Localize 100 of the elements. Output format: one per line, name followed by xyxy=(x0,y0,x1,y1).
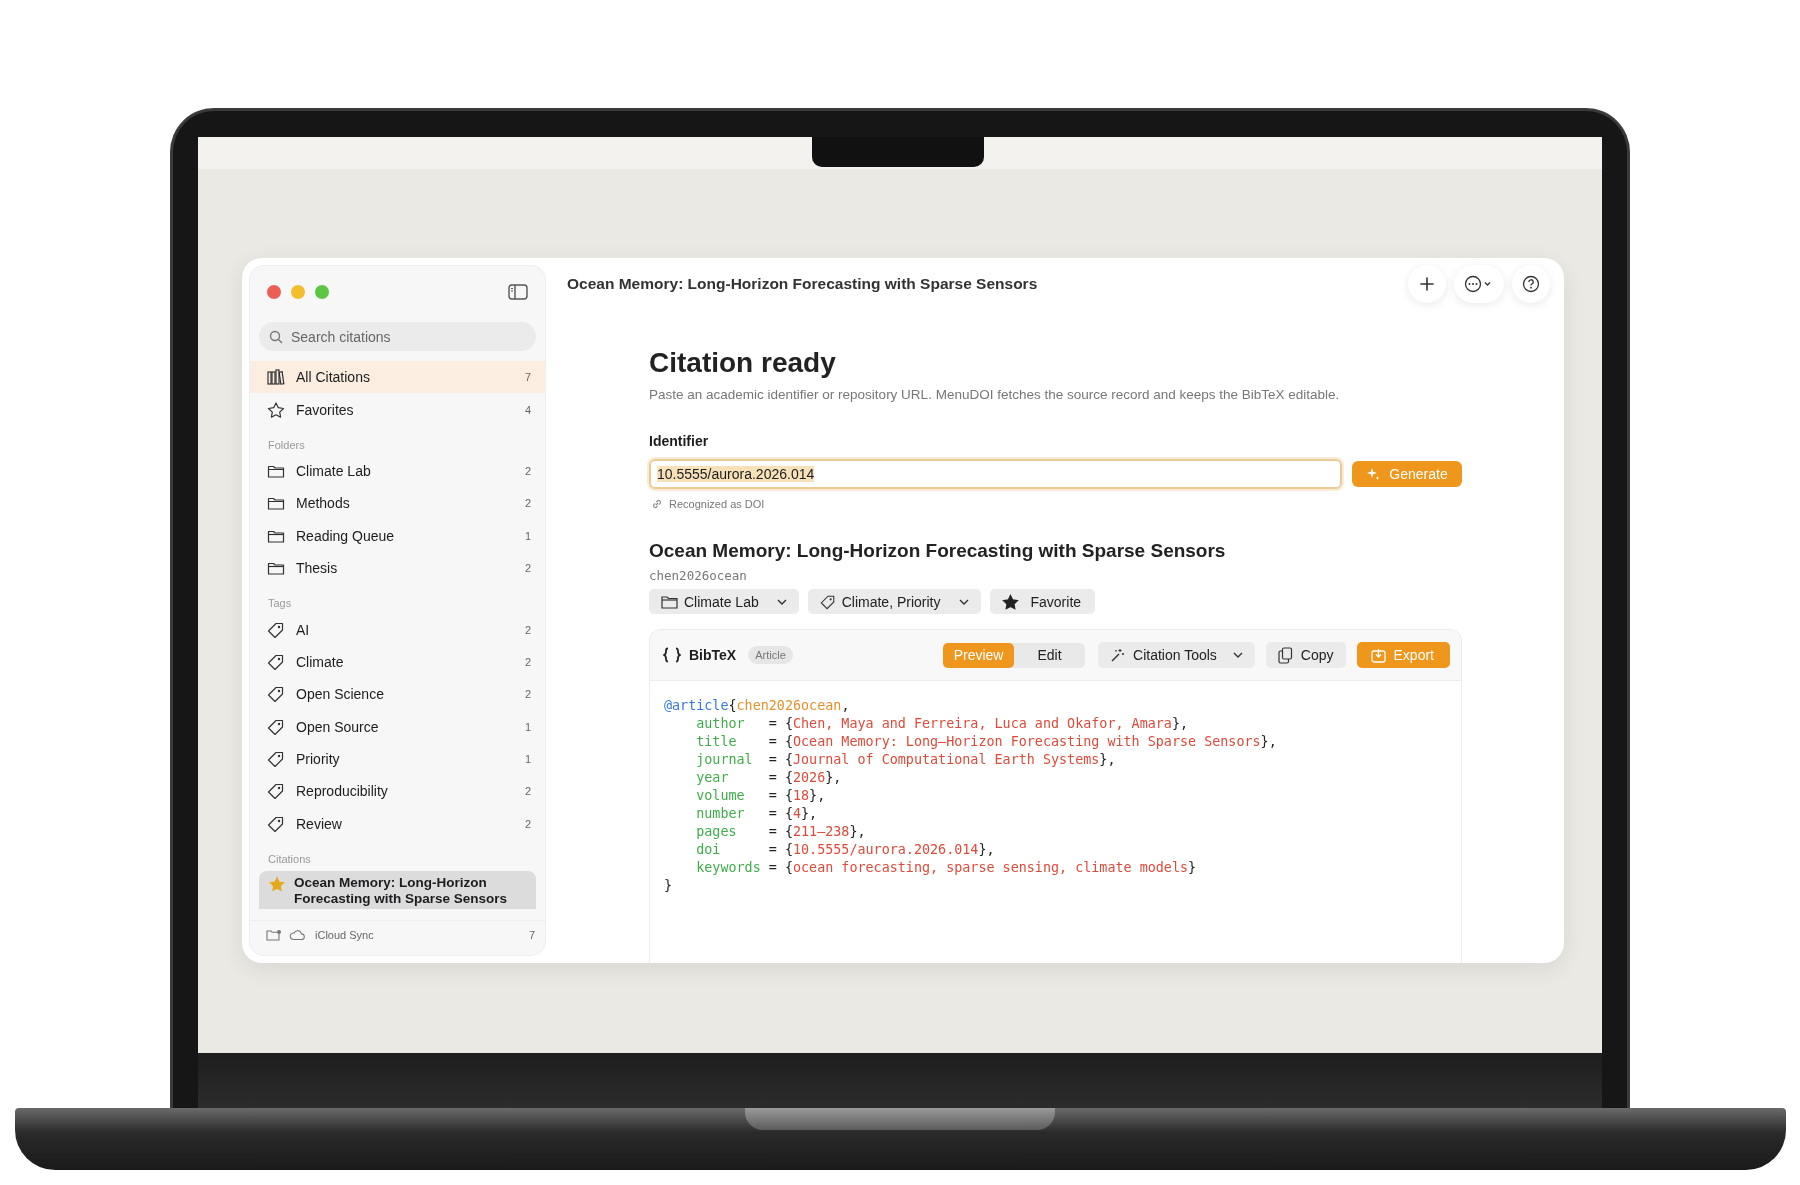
tag-icon xyxy=(819,593,836,610)
code-line: doi = {10.5555/aurora.2026.014}, xyxy=(695,841,996,859)
help-button[interactable] xyxy=(1512,265,1550,303)
books-icon xyxy=(267,369,285,386)
field-label: Identifier xyxy=(649,433,710,449)
sidebar-label: AI xyxy=(296,621,311,638)
citation-title: Ocean Memory: Long-Horizon Forecasting with Sparse Sensors xyxy=(649,540,1227,562)
sidebar-label: Open Source xyxy=(296,718,380,735)
section-header: Folders xyxy=(267,437,306,453)
sidebar-label: Priority xyxy=(296,751,341,768)
item-count: 2 xyxy=(524,817,531,830)
chip-dropdown[interactable]: Climate Lab xyxy=(649,589,799,614)
section-header: Citations xyxy=(267,852,312,868)
star-icon xyxy=(1001,593,1019,610)
folder-icon xyxy=(661,594,678,609)
citation-tools-dropdown[interactable]: Citation Tools xyxy=(1098,642,1255,668)
sidebar-item[interactable]: Thesis 2 xyxy=(250,551,545,585)
panel-title: BibTeX xyxy=(689,647,737,663)
code-line: title = {Ocean Memory: Long–Horizon Forecasting with Sparse Sensors}, xyxy=(695,733,1278,751)
chevron-icon xyxy=(1232,652,1243,658)
sidebar-item[interactable]: All Citations 7 xyxy=(250,361,545,394)
search-field[interactable]: Search citations xyxy=(259,322,536,351)
window-title: Ocean Memory: Long-Horizon Forecasting with Sparse Sensors xyxy=(567,275,1039,293)
item-count: 4 xyxy=(524,403,531,416)
sidebar-item[interactable]: Reading Queue 1 xyxy=(250,519,545,552)
sidebar-item[interactable]: Reproducibility 2 xyxy=(250,775,545,808)
sidebar-item[interactable]: Priority 1 xyxy=(250,742,545,776)
favorite-toggle[interactable]: Favorite xyxy=(989,589,1096,614)
citation-item[interactable]: Ocean Memory: Long-Horizon Forecasting with Sparse Sensors xyxy=(259,871,536,910)
wand-icon xyxy=(1110,647,1126,663)
sidebar-label: Climate xyxy=(296,653,345,670)
entry-type-badge: Article xyxy=(748,646,793,664)
folder-icon xyxy=(267,495,285,512)
section-header: Tags xyxy=(267,596,293,612)
copy-button[interactable]: Copy xyxy=(1265,642,1346,668)
add-button[interactable] xyxy=(1408,265,1446,303)
tag-icon xyxy=(267,783,285,800)
code-line: pages = {211–238}, xyxy=(695,823,867,841)
item-count: 2 xyxy=(524,785,531,798)
tag-icon xyxy=(267,653,285,670)
item-count: 7 xyxy=(524,371,531,384)
sidebar-item[interactable]: Favorites 4 xyxy=(250,393,545,426)
sidebar-item[interactable]: Methods 2 xyxy=(250,487,545,520)
item-count: 2 xyxy=(524,688,531,701)
sidebar-label: Climate Lab xyxy=(296,462,372,479)
code-line: year = {2026}, xyxy=(695,769,843,787)
sidebar-item[interactable]: Open Source 1 xyxy=(250,710,545,743)
sidebar-label: Open Science xyxy=(296,686,385,703)
star-icon xyxy=(267,401,285,418)
page-heading: Citation ready xyxy=(649,347,837,379)
folder-icon xyxy=(267,560,285,577)
close-button[interactable] xyxy=(267,285,281,299)
plus-icon xyxy=(1419,276,1435,292)
sidebar-label: Methods xyxy=(296,495,351,512)
item-count: 2 xyxy=(524,623,531,636)
help-icon xyxy=(1522,275,1540,293)
item-count: 1 xyxy=(524,529,531,542)
sidebar-label: Review xyxy=(296,815,343,832)
tag-icon xyxy=(267,751,285,768)
code-line: @article{chen2026ocean, xyxy=(664,697,851,715)
sidebar-toggle-icon[interactable] xyxy=(508,284,528,300)
sidebar-label: Reproducibility xyxy=(296,783,389,800)
hint-text: Recognized as DOI xyxy=(669,498,765,510)
export-icon xyxy=(1370,647,1386,663)
item-count: 1 xyxy=(524,720,531,733)
chip-dropdown[interactable]: Climate, Priority xyxy=(807,589,981,614)
description-text: Paste an academic identifier or repository URL. MenuDOI fetches the source record and keeps the BibTeX editable. xyxy=(649,387,1341,402)
code-line: number = {4}, xyxy=(695,805,819,823)
citation-title: Ocean Memory: Long-Horizon Forecasting with Sparse Sensors xyxy=(294,875,509,909)
code-line: author = {Chen, Maya and Ferreira, Luca and Okafor, Amara}, xyxy=(695,715,1190,733)
sidebar-label: Favorites xyxy=(296,401,355,418)
tag-icon xyxy=(267,621,285,638)
item-count: 7 xyxy=(528,929,535,941)
sidebar-label: Reading Queue xyxy=(296,527,396,544)
identifier-field[interactable]: 10.5555/aurora.2026.014 xyxy=(649,459,1342,489)
sidebar-item[interactable]: Open Science 2 xyxy=(250,678,545,711)
tag-icon xyxy=(267,718,285,735)
cloud-icon xyxy=(289,929,305,941)
sync-status: iCloud Sync xyxy=(315,929,375,941)
braces-icon xyxy=(663,647,681,663)
sidebar-item[interactable]: Review 2 xyxy=(250,807,545,841)
view-tab[interactable]: Edit xyxy=(1014,642,1086,668)
link-icon xyxy=(651,498,663,510)
item-count: 2 xyxy=(524,655,531,668)
citation-key: chen2026ocean xyxy=(649,568,1462,583)
code-line: journal = {Journal of Computational Earth Systems}, xyxy=(695,751,1117,769)
sidebar-item[interactable]: AI 2 xyxy=(250,613,545,646)
item-count: 2 xyxy=(524,562,531,575)
sidebar-item[interactable]: Climate Lab 2 xyxy=(250,454,545,488)
more-menu-button[interactable] xyxy=(1454,265,1504,303)
copy-icon xyxy=(1277,646,1293,664)
item-count: 1 xyxy=(524,753,531,766)
code-line: volume = {18}, xyxy=(695,787,827,805)
folder-icon[interactable] xyxy=(266,928,282,942)
tag-icon xyxy=(267,686,285,703)
sidebar-label: All Citations xyxy=(296,369,371,386)
search-icon xyxy=(269,330,283,344)
sidebar-label: Thesis xyxy=(296,560,339,577)
item-count: 2 xyxy=(524,497,531,510)
sidebar-item[interactable]: Climate 2 xyxy=(250,645,545,679)
